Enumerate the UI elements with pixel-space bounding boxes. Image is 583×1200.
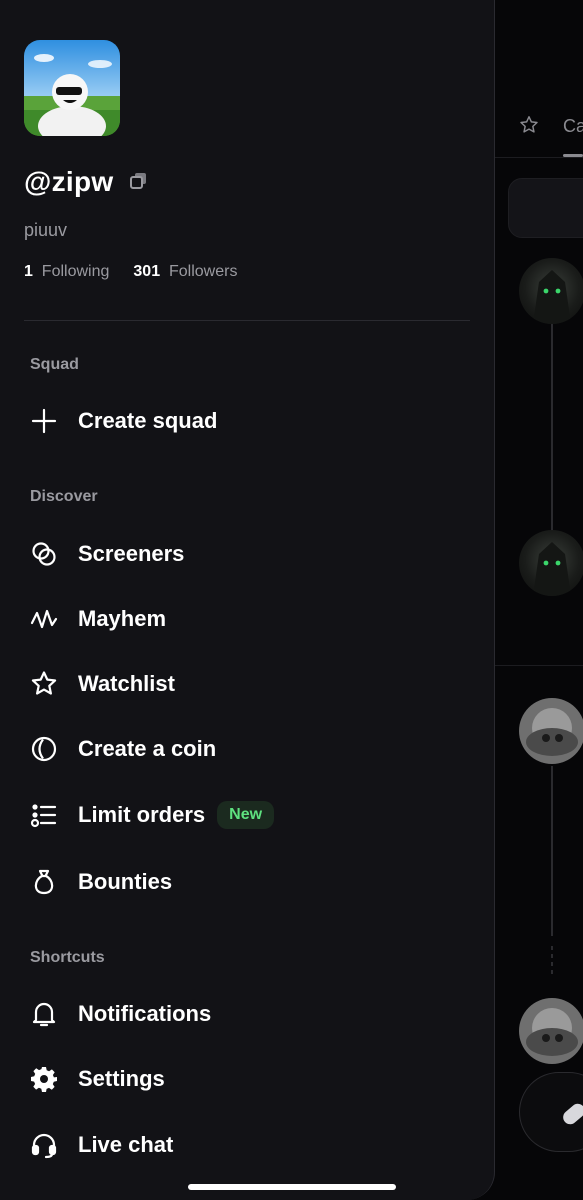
overlapping-circles-icon [24,540,64,568]
thread-line [551,324,553,532]
menu-item-watchlist[interactable]: Watchlist [24,659,470,709]
menu-item-bounties[interactable]: Bounties [24,857,470,907]
menu-item-create-squad[interactable]: Create squad [24,396,470,446]
gear-icon [24,1065,64,1093]
username: @zipw [24,166,114,197]
following-link[interactable]: 1 Following [24,263,109,280]
menu-item-label: Mayhem [78,606,167,631]
thread-line [551,766,553,936]
new-badge: New [217,801,275,829]
section-title-discover: Discover [30,488,98,505]
menu-item-label: Create squad [78,408,218,433]
post-avatar[interactable] [519,530,583,596]
menu-item-screeners[interactable]: Screeners [24,529,470,579]
post-avatar[interactable] [519,998,583,1064]
display-name: piuuv [24,220,68,240]
post-avatar[interactable] [519,698,583,764]
menu-item-settings[interactable]: Settings [24,1054,470,1104]
section-title-squad: Squad [30,356,79,373]
floating-action-button[interactable] [519,1072,583,1152]
plus-icon [24,407,64,435]
menu-item-label: Notifications [78,1001,212,1026]
following-label: Following [41,263,110,280]
home-indicator[interactable] [188,1184,396,1190]
section-title-shortcuts: Shortcuts [30,949,105,966]
menu-item-mayhem[interactable]: Mayhem [24,594,470,644]
menu-item-label: Limit orders [78,802,206,827]
pulse-wave-icon [24,605,64,633]
following-count: 1 [24,263,33,280]
menu-item-label: Create a coin [78,736,217,761]
bell-icon [24,1000,64,1028]
star-icon [24,670,64,698]
followers-label: Followers [168,263,238,280]
list-icon [24,801,64,829]
menu-item-create-coin[interactable]: Create a coin [24,724,470,774]
menu-item-label: Settings [78,1066,165,1091]
background-tab-underline [563,154,583,157]
followers-link[interactable]: 301 Followers [133,263,237,280]
thread-line-dashed [551,946,553,974]
background-tab-label[interactable]: Ca [563,116,583,137]
menu-item-limit-orders[interactable]: Limit orders New [24,790,470,840]
menu-item-label: Watchlist [78,671,175,696]
menu-item-label: Screeners [78,541,185,566]
background-search-bar[interactable] [508,178,583,238]
headset-icon [24,1131,64,1159]
menu-item-label: Bounties [78,869,173,894]
profile-avatar[interactable] [24,40,120,136]
divider [24,320,470,321]
money-bag-icon [24,868,64,896]
followers-count: 301 [133,263,161,280]
menu-item-notifications[interactable]: Notifications [24,989,470,1039]
menu-item-live-chat[interactable]: Live chat [24,1120,470,1170]
coin-icon [24,735,64,763]
side-drawer: @zipw piuuv 1 Following 301 Followers Squ… [0,0,495,1200]
post-avatar[interactable] [519,258,583,324]
feed-divider [495,665,583,666]
follow-stats: 1 Following 301 Followers [24,263,237,281]
copy-icon[interactable] [128,170,150,192]
menu-item-label: Live chat [78,1132,174,1157]
star-icon[interactable] [518,114,540,136]
